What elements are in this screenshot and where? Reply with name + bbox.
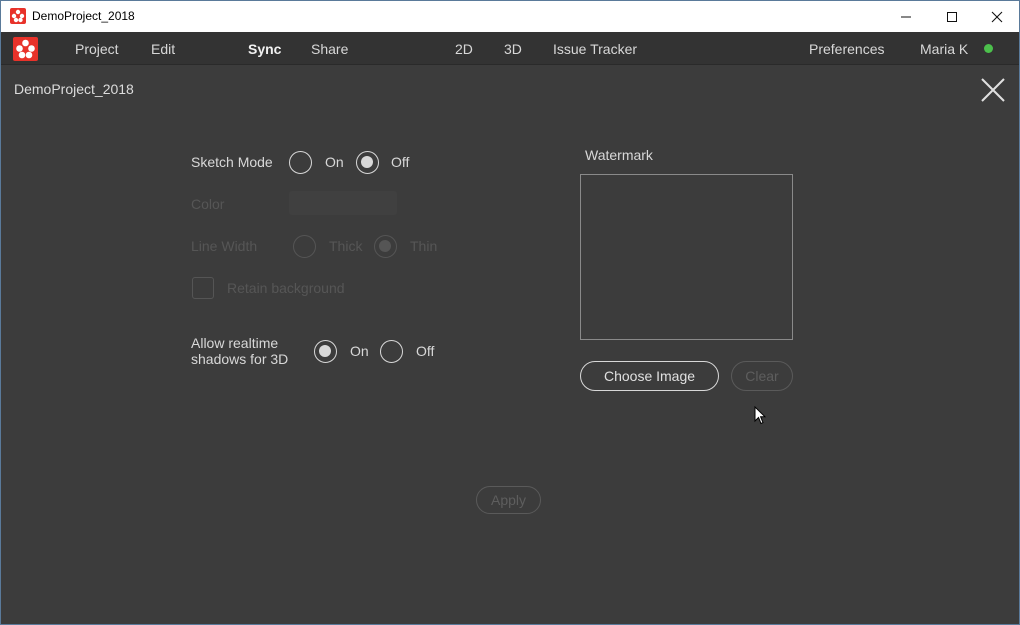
sketch-mode-off-radio[interactable] [356,151,379,174]
clear-button[interactable]: Clear [731,361,793,391]
color-picker [289,191,397,215]
sketch-mode-on-radio[interactable] [289,151,312,174]
retain-background-checkbox[interactable] [192,277,214,299]
watermark-preview [580,174,793,340]
apply-button[interactable]: Apply [476,486,541,514]
menu-sync[interactable]: Sync [248,41,281,57]
sketch-mode-off-label: Off [391,154,410,170]
line-width-thick-label: Thick [329,238,363,254]
menu-preferences[interactable]: Preferences [809,41,884,57]
close-panel-button[interactable] [980,77,1006,103]
menu-issue-tracker[interactable]: Issue Tracker [553,41,637,57]
app-window: DemoProject_2018 Project Edit Sync Share [0,0,1020,625]
line-width-thick-radio[interactable] [293,235,316,258]
mouse-cursor-icon [754,406,766,425]
watermark-label: Watermark [585,147,653,163]
app-logo-icon [10,8,26,24]
close-icon [991,11,1003,22]
line-width-thin-radio[interactable] [374,235,397,258]
brand-logo-icon[interactable] [13,37,38,61]
menu-user[interactable]: Maria K [920,41,968,57]
minimize-button[interactable] [883,1,929,32]
menu-bar: Project Edit Sync Share 2D 3D Issue Trac… [1,32,1019,65]
sketch-mode-on-label: On [325,154,344,170]
minimize-icon [901,16,911,17]
project-name: DemoProject_2018 [14,81,134,97]
shadows-off-radio[interactable] [380,340,403,363]
online-status-icon [984,44,993,53]
line-width-label: Line Width [191,238,258,254]
shadows-label-line1: Allow realtime [191,335,279,351]
menu-share[interactable]: Share [311,41,348,57]
shadows-off-label: Off [416,343,435,359]
shadows-on-label: On [350,343,369,359]
menu-2d[interactable]: 2D [455,41,473,57]
shadows-on-radio[interactable] [314,340,337,363]
menu-project[interactable]: Project [75,41,119,57]
sketch-mode-label: Sketch Mode [191,154,273,170]
window-title: DemoProject_2018 [32,9,135,23]
color-label: Color [191,196,225,212]
close-window-button[interactable] [974,1,1020,32]
retain-background-label: Retain background [227,280,345,296]
maximize-icon [947,11,957,22]
menu-3d[interactable]: 3D [504,41,522,57]
choose-image-button[interactable]: Choose Image [580,361,719,391]
maximize-button[interactable] [929,1,975,32]
close-icon [981,78,1005,102]
menu-edit[interactable]: Edit [151,41,175,57]
line-width-thin-label: Thin [410,238,438,254]
shadows-label-line2: shadows for 3D [191,351,289,367]
title-bar: DemoProject_2018 [1,1,1019,32]
